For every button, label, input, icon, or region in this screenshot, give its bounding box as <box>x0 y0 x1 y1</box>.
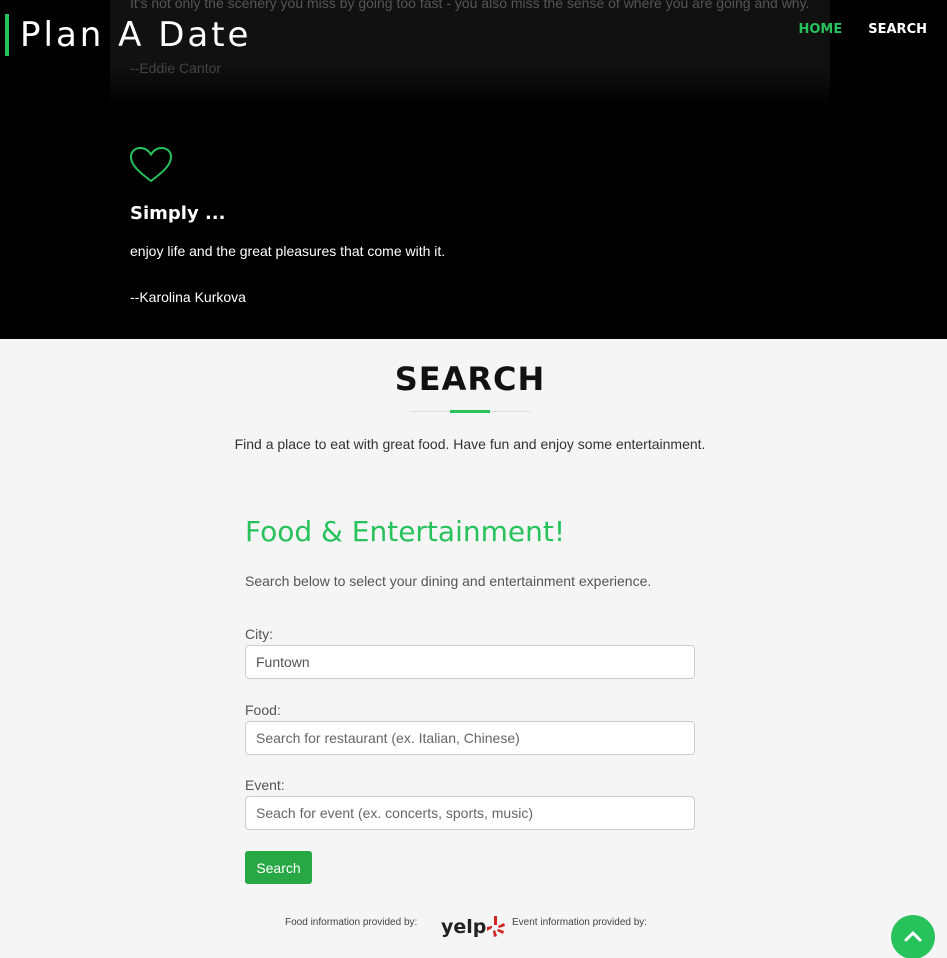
food-input[interactable] <box>245 721 695 755</box>
yelp-wordmark: yelp <box>441 916 487 938</box>
quote-text: enjoy life and the great pleasures that … <box>130 243 446 259</box>
quote-title: Simply ... <box>130 203 226 224</box>
heart-icon <box>129 146 173 183</box>
city-input[interactable] <box>245 645 695 679</box>
nav-links: HOME SEARCH <box>799 22 928 38</box>
form-heading: Food & Entertainment! <box>245 515 566 548</box>
city-label: City: <box>245 626 273 642</box>
quote-author: --Karolina Kurkova <box>130 289 246 305</box>
event-input[interactable] <box>245 796 695 830</box>
event-credit-text: Event information provided by: <box>512 917 648 928</box>
back-to-top-button[interactable] <box>891 915 935 958</box>
chevron-up-icon <box>904 931 922 942</box>
yelp-logo[interactable]: yelp <box>441 915 506 939</box>
nav-search-link[interactable]: SEARCH <box>868 22 927 38</box>
nav-home-link[interactable]: HOME <box>799 22 843 38</box>
food-label: Food: <box>245 702 281 718</box>
brand-logo[interactable]: Plan A Date <box>5 14 251 56</box>
section-description: Find a place to eat with great food. Hav… <box>234 436 706 452</box>
section-title: SEARCH <box>394 360 546 398</box>
food-credit-text: Food information provided by: <box>285 917 418 928</box>
navbar: Plan A Date HOME SEARCH <box>0 0 947 70</box>
title-divider-accent <box>450 410 490 413</box>
form-subheading: Search below to select your dining and e… <box>245 573 652 589</box>
yelp-burst-icon <box>487 916 506 937</box>
event-label: Event: <box>245 777 285 793</box>
search-button[interactable]: Search <box>245 851 312 884</box>
